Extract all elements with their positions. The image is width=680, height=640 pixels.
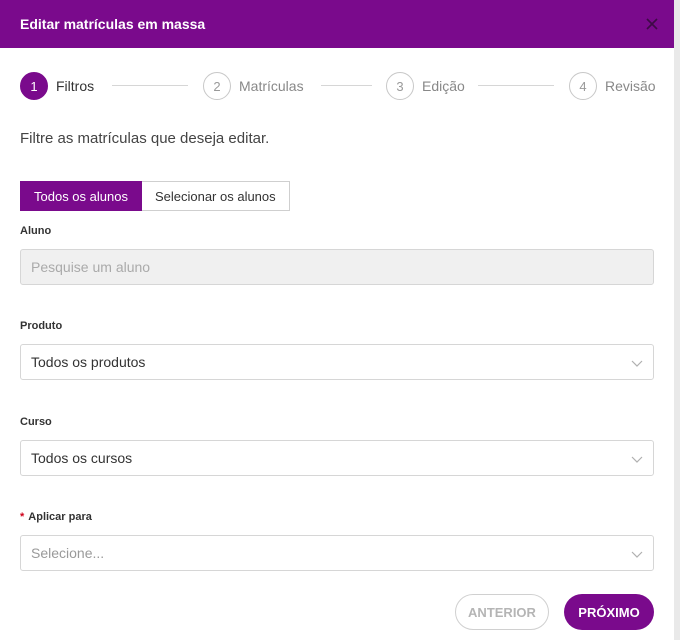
step-edition: 3 Edição bbox=[386, 71, 465, 101]
all-students-button[interactable]: Todos os alunos bbox=[20, 181, 142, 211]
chevron-down-icon bbox=[631, 551, 643, 558]
step-label: Edição bbox=[422, 78, 465, 94]
previous-button[interactable]: ANTERIOR bbox=[455, 594, 549, 630]
step-label: Matrículas bbox=[239, 78, 304, 94]
product-select-value: Todos os produtos bbox=[31, 354, 146, 370]
student-label: Aluno bbox=[20, 225, 52, 237]
step-label: Filtros bbox=[56, 78, 95, 94]
student-scope-toggle: Todos os alunos Selecionar os alunos bbox=[20, 181, 290, 211]
intro-text: Filtre as matrículas que deseja editar. bbox=[20, 130, 270, 147]
step-connector bbox=[321, 85, 372, 86]
select-students-button[interactable]: Selecionar os alunos bbox=[141, 181, 290, 211]
course-select[interactable]: Todos os cursos bbox=[20, 440, 654, 476]
step-number: 4 bbox=[569, 72, 597, 100]
apply-to-select[interactable]: Selecione... bbox=[20, 535, 654, 571]
step-connector bbox=[112, 85, 188, 86]
scrollbar[interactable] bbox=[674, 0, 680, 640]
course-select-value: Todos os cursos bbox=[31, 450, 133, 466]
apply-to-label: * Aplicar para bbox=[20, 511, 92, 523]
step-number: 2 bbox=[203, 72, 231, 100]
student-search-input[interactable]: Pesquise um aluno bbox=[20, 249, 654, 285]
chevron-down-icon bbox=[631, 456, 643, 463]
modal-header: Editar matrículas em massa bbox=[0, 0, 674, 48]
stepper: 1 Filtros 2 Matrículas 3 Edição 4 Revisã… bbox=[20, 71, 656, 101]
next-button[interactable]: PRÓXIMO bbox=[564, 594, 654, 630]
step-connector bbox=[478, 85, 554, 86]
edit-enrollments-modal: Editar matrículas em massa 1 Filtros 2 M… bbox=[0, 0, 674, 640]
step-number: 3 bbox=[386, 72, 414, 100]
step-review: 4 Revisão bbox=[569, 71, 656, 101]
chevron-down-icon bbox=[631, 360, 643, 367]
step-number: 1 bbox=[20, 72, 48, 100]
step-label: Revisão bbox=[605, 78, 656, 94]
product-select[interactable]: Todos os produtos bbox=[20, 344, 654, 380]
apply-to-placeholder: Selecione... bbox=[31, 545, 105, 561]
step-enrollments: 2 Matrículas bbox=[203, 71, 304, 101]
course-label: Curso bbox=[20, 416, 52, 428]
product-label: Produto bbox=[20, 320, 63, 332]
apply-to-label-text: Aplicar para bbox=[28, 511, 92, 523]
close-icon[interactable] bbox=[644, 16, 660, 32]
step-filters: 1 Filtros bbox=[20, 71, 94, 101]
required-mark: * bbox=[20, 511, 25, 523]
modal-title: Editar matrículas em massa bbox=[20, 16, 206, 32]
student-search-placeholder: Pesquise um aluno bbox=[31, 259, 151, 275]
